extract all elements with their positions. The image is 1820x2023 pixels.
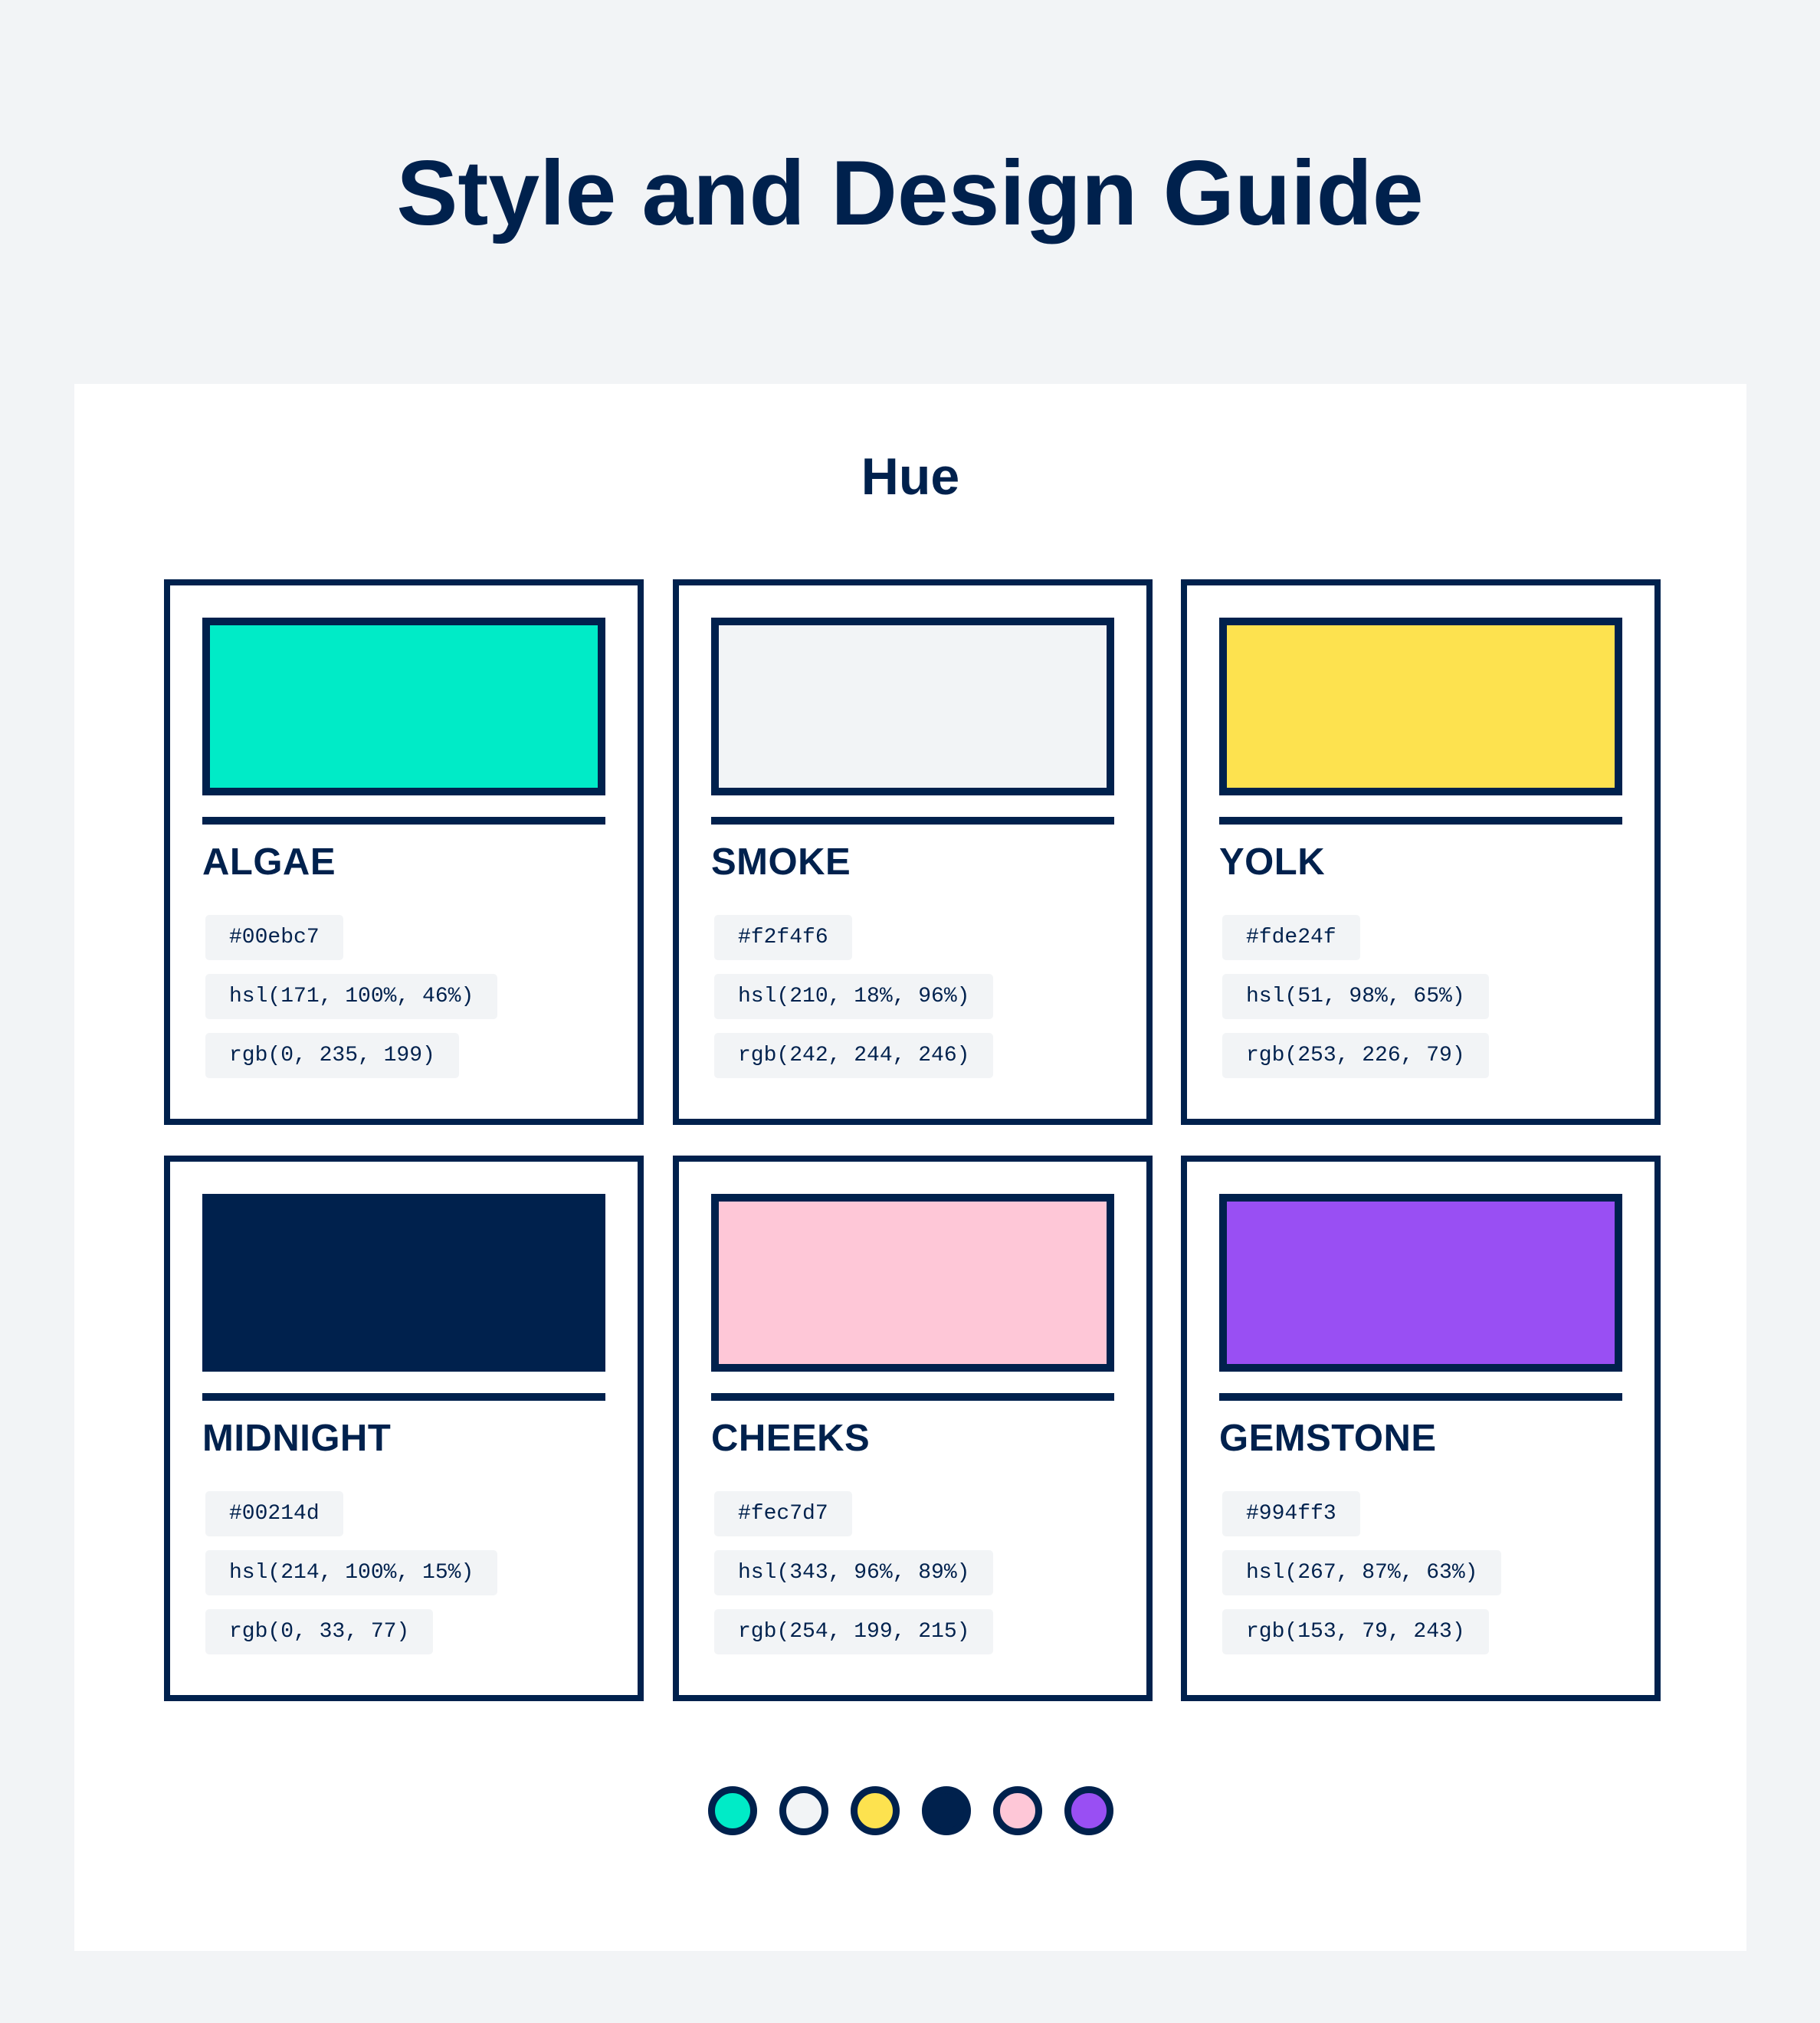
color-card-smoke: SMOKE #f2f4f6 hsl(210, 18%, 96%) rgb(242… — [673, 579, 1153, 1125]
divider — [711, 1393, 1114, 1401]
color-swatch — [1219, 1194, 1622, 1372]
color-dot-cheeks[interactable] — [992, 1786, 1042, 1835]
rgb-code[interactable]: rgb(254, 199, 215) — [714, 1609, 994, 1654]
hsl-code[interactable]: hsl(171, 100%, 46%) — [205, 974, 498, 1019]
hsl-code[interactable]: hsl(343, 96%, 89%) — [714, 1550, 994, 1595]
color-dot-yolk[interactable] — [850, 1786, 900, 1835]
color-codes: #00ebc7 hsl(171, 100%, 46%) rgb(0, 235, … — [205, 915, 498, 1092]
color-name: CHEEKS — [711, 1418, 871, 1459]
color-card-midnight: MIDNIGHT #00214d hsl(214, 100%, 15%) rgb… — [164, 1156, 644, 1701]
color-codes: #fde24f hsl(51, 98%, 65%) rgb(253, 226, … — [1222, 915, 1489, 1092]
page-title: Style and Design Guide — [396, 142, 1424, 244]
color-dot-smoke[interactable] — [779, 1786, 828, 1835]
color-swatch — [711, 618, 1114, 795]
rgb-code[interactable]: rgb(0, 235, 199) — [205, 1033, 459, 1078]
rgb-code[interactable]: rgb(0, 33, 77) — [205, 1609, 434, 1654]
divider — [711, 817, 1114, 825]
palette-panel: Hue ALGAE #00ebc7 hsl(171, 100%, 46%) rg… — [74, 384, 1746, 1951]
color-name: ALGAE — [202, 841, 336, 883]
section-title: Hue — [861, 448, 960, 506]
color-dot-algae[interactable] — [707, 1786, 757, 1835]
rgb-code[interactable]: rgb(242, 244, 246) — [714, 1033, 994, 1078]
hsl-code[interactable]: hsl(210, 18%, 96%) — [714, 974, 994, 1019]
color-dot-selector — [74, 1786, 1746, 1837]
color-name: MIDNIGHT — [202, 1418, 392, 1459]
color-codes: #00214d hsl(214, 100%, 15%) rgb(0, 33, 7… — [205, 1491, 498, 1668]
divider — [1219, 817, 1622, 825]
hex-code[interactable]: #fde24f — [1222, 915, 1360, 960]
hex-code[interactable]: #00214d — [205, 1491, 343, 1536]
hsl-code[interactable]: hsl(267, 87%, 63%) — [1222, 1550, 1502, 1595]
rgb-code[interactable]: rgb(253, 226, 79) — [1222, 1033, 1489, 1078]
color-card-gemstone: GEMSTONE #994ff3 hsl(267, 87%, 63%) rgb(… — [1181, 1156, 1661, 1701]
hex-code[interactable]: #f2f4f6 — [714, 915, 852, 960]
color-name: SMOKE — [711, 841, 851, 883]
color-swatch — [202, 618, 605, 795]
color-swatch — [202, 1194, 605, 1372]
color-swatch — [711, 1194, 1114, 1372]
color-card-yolk: YOLK #fde24f hsl(51, 98%, 65%) rgb(253, … — [1181, 579, 1661, 1125]
hex-code[interactable]: #00ebc7 — [205, 915, 343, 960]
color-card-cheeks: CHEEKS #fec7d7 hsl(343, 96%, 89%) rgb(25… — [673, 1156, 1153, 1701]
color-name: YOLK — [1219, 841, 1326, 883]
color-swatch — [1219, 618, 1622, 795]
divider — [202, 817, 605, 825]
color-codes: #994ff3 hsl(267, 87%, 63%) rgb(153, 79, … — [1222, 1491, 1502, 1668]
color-name: GEMSTONE — [1219, 1418, 1437, 1459]
hex-code[interactable]: #fec7d7 — [714, 1491, 852, 1536]
color-codes: #f2f4f6 hsl(210, 18%, 96%) rgb(242, 244,… — [714, 915, 994, 1092]
color-codes: #fec7d7 hsl(343, 96%, 89%) rgb(254, 199,… — [714, 1491, 994, 1668]
hsl-code[interactable]: hsl(214, 100%, 15%) — [205, 1550, 498, 1595]
rgb-code[interactable]: rgb(153, 79, 243) — [1222, 1609, 1489, 1654]
divider — [1219, 1393, 1622, 1401]
color-dot-midnight[interactable] — [921, 1786, 971, 1835]
divider — [202, 1393, 605, 1401]
color-dot-gemstone[interactable] — [1064, 1786, 1113, 1835]
hsl-code[interactable]: hsl(51, 98%, 65%) — [1222, 974, 1489, 1019]
color-card-algae: ALGAE #00ebc7 hsl(171, 100%, 46%) rgb(0,… — [164, 579, 644, 1125]
hex-code[interactable]: #994ff3 — [1222, 1491, 1360, 1536]
